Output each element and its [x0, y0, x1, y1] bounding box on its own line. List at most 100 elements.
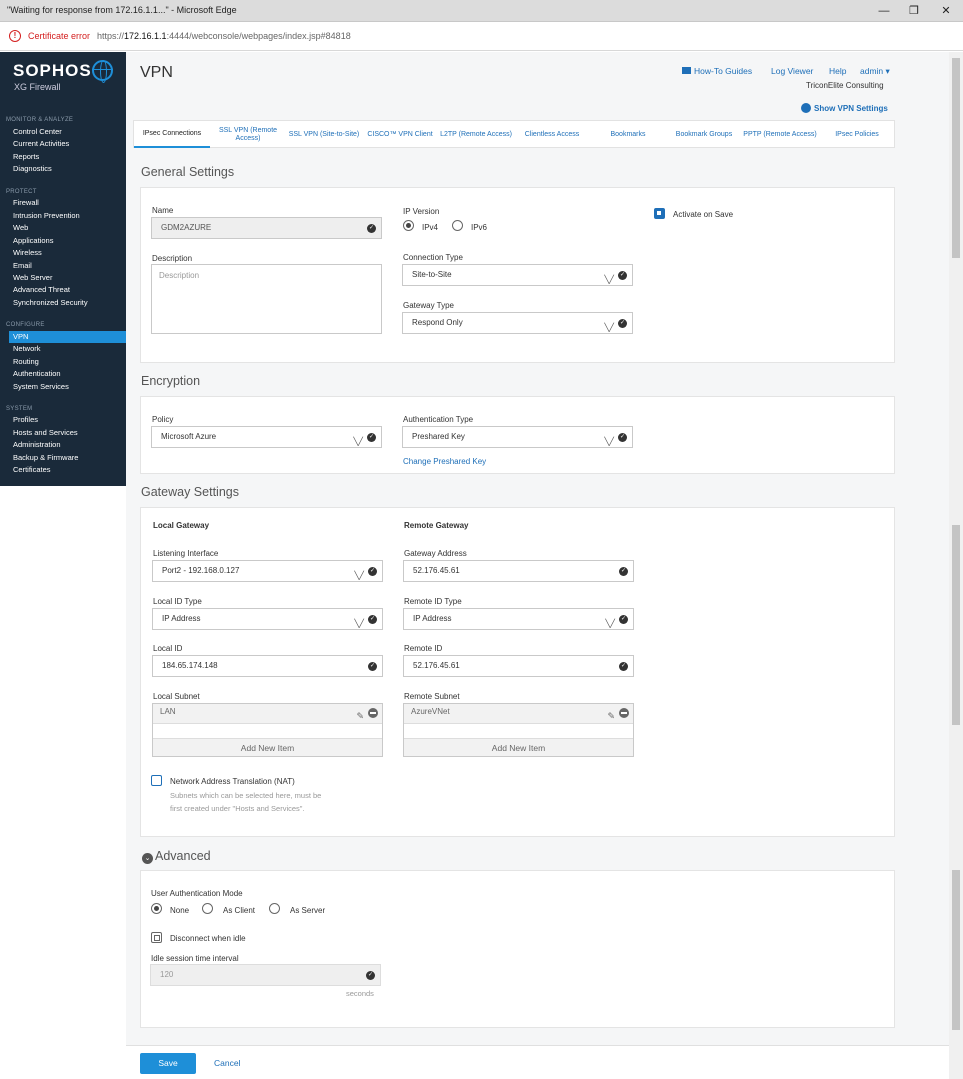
activate-checkbox[interactable] [654, 208, 665, 219]
sidebar-item-diagnostics[interactable]: Diagnostics [0, 163, 126, 175]
sidebar-item-certificates[interactable]: Certificates [0, 464, 126, 476]
check-icon: ✓ [368, 662, 377, 671]
sidebar-item-email[interactable]: Email [0, 260, 126, 272]
list-item[interactable]: LAN ✎ [153, 704, 382, 724]
add-remote-subnet-button[interactable]: Add New Item [404, 738, 633, 756]
uam-server-radio[interactable] [269, 903, 280, 914]
general-settings-title: General Settings [141, 165, 235, 179]
check-icon: ✓ [366, 971, 375, 980]
auth-type-select[interactable]: Preshared Key ╲╱ ✓ [402, 426, 633, 448]
sidebar-item-routing[interactable]: Routing [0, 356, 126, 368]
sidebar-item-reports[interactable]: Reports [0, 151, 126, 163]
sidebar-item-firewall[interactable]: Firewall [0, 197, 126, 209]
seconds-unit: seconds [346, 989, 374, 998]
sidebar-item-profiles[interactable]: Profiles [0, 414, 126, 426]
section-monitor: MONITOR & ANALYZE [6, 117, 74, 123]
show-vpn-settings-link[interactable]: Show VPN Settings [801, 103, 888, 113]
admin-menu[interactable]: admin ▾ [860, 66, 890, 77]
sidebar-item-administration[interactable]: Administration [0, 439, 126, 451]
scrollbar-thumb[interactable] [952, 525, 960, 725]
sidebar-item-backup-firmware[interactable]: Backup & Firmware [0, 452, 126, 464]
nat-checkbox[interactable] [151, 775, 162, 786]
add-local-subnet-button[interactable]: Add New Item [153, 738, 382, 756]
sidebar-item-control-center[interactable]: Control Center [0, 126, 126, 138]
local-subnet-list: LAN ✎ Add New Item [152, 703, 383, 757]
sidebar-item-advanced-threat[interactable]: Advanced Threat [0, 284, 126, 296]
remote-id-type-select[interactable]: IP Address ╲╱ ✓ [403, 608, 634, 630]
idle-interval-input[interactable]: 120 ✓ [150, 964, 381, 986]
idle-interval-label: Idle session time interval [151, 954, 239, 963]
sidebar-item-authentication[interactable]: Authentication [0, 368, 126, 380]
nat-hint-line1: Subnets which can be selected here, must… [170, 791, 322, 800]
tab-bookmark-groups[interactable]: Bookmark Groups [667, 121, 741, 148]
local-id-type-select[interactable]: IP Address ╲╱ ✓ [152, 608, 383, 630]
tab-pptp[interactable]: PPTP (Remote Access) [743, 121, 817, 148]
scrollbar-thumb[interactable] [952, 870, 960, 1030]
tab-cisco-vpn[interactable]: CISCO™ VPN Client [363, 121, 437, 148]
sidebar-item-applications[interactable]: Applications [0, 235, 126, 247]
sidebar-item-network[interactable]: Network [0, 343, 126, 355]
sidebar-item-intrusion-prevention[interactable]: Intrusion Prevention [0, 210, 126, 222]
sidebar-item-current-activities[interactable]: Current Activities [0, 138, 126, 150]
check-icon: ✓ [367, 433, 376, 442]
gateway-type-label: Gateway Type [403, 301, 454, 310]
page-title: VPN [140, 64, 173, 81]
close-button[interactable]: ✕ [938, 3, 954, 19]
tab-ipsec-policies[interactable]: IPsec Policies [819, 121, 895, 148]
sidebar-item-web[interactable]: Web [0, 222, 126, 234]
tab-ipsec-connections[interactable]: IPsec Connections [134, 121, 210, 148]
ipv6-radio[interactable] [452, 220, 463, 231]
uam-none-radio[interactable] [151, 903, 162, 914]
check-icon: ✓ [619, 615, 628, 624]
restore-button[interactable]: ❐ [906, 3, 922, 19]
tab-clientless-access[interactable]: Clientless Access [515, 121, 589, 148]
sidebar-item-web-server[interactable]: Web Server [0, 272, 126, 284]
tab-ssl-vpn-remote[interactable]: SSL VPN (Remote Access) [211, 121, 285, 148]
sidebar-item-system-services[interactable]: System Services [0, 381, 126, 393]
save-button[interactable]: Save [140, 1053, 196, 1074]
sidebar-item-hosts-and-services[interactable]: Hosts and Services [0, 427, 126, 439]
cert-error-icon[interactable]: ! [9, 30, 21, 42]
pencil-icon[interactable]: ✎ [356, 708, 364, 724]
listening-interface-select[interactable]: Port2 - 192.168.0.127 ╲╱ ✓ [152, 560, 383, 582]
remove-icon[interactable] [368, 708, 378, 718]
tab-ssl-vpn-site[interactable]: SSL VPN (Site-to-Site) [287, 121, 361, 148]
disconnect-idle-checkbox[interactable] [151, 932, 162, 943]
cancel-button[interactable]: Cancel [214, 1058, 240, 1068]
url-text[interactable]: https://172.16.1.1:4444/webconsole/webpa… [97, 31, 351, 41]
change-preshared-key-link[interactable]: Change Preshared Key [403, 457, 486, 466]
logviewer-link[interactable]: Log Viewer [771, 66, 813, 76]
sidebar-item-synchronized-security[interactable]: Synchronized Security [0, 297, 126, 309]
howto-link[interactable]: How-To Guides [682, 66, 752, 76]
uam-client-radio[interactable] [202, 903, 213, 914]
list-item[interactable]: AzureVNet ✎ [404, 704, 633, 724]
local-id-input[interactable]: 184.65.174.148 ✓ [152, 655, 383, 677]
activate-label: Activate on Save [673, 210, 734, 219]
minimize-button[interactable]: — [876, 3, 892, 19]
uam-none-label: None [170, 906, 190, 915]
name-input[interactable]: GDM2AZURE ✓ [151, 217, 382, 239]
footer [126, 1045, 949, 1079]
sidebar-item-vpn[interactable]: VPN [9, 331, 126, 343]
advanced-toggle[interactable]: ⌄ Advanced [142, 849, 211, 864]
address-bar[interactable]: ! Certificate error https://172.16.1.1:4… [0, 22, 963, 51]
tab-bookmarks[interactable]: Bookmarks [591, 121, 665, 148]
description-input[interactable]: Description [151, 264, 382, 334]
connection-type-select[interactable]: Site-to-Site ╲╱ ✓ [402, 264, 633, 286]
ipv4-radio[interactable] [403, 220, 414, 231]
gateway-address-input[interactable]: 52.176.45.61 ✓ [403, 560, 634, 582]
remote-id-input[interactable]: 52.176.45.61 ✓ [403, 655, 634, 677]
name-label: Name [152, 206, 174, 215]
gateway-type-select[interactable]: Respond Only ╲╱ ✓ [402, 312, 633, 334]
cert-error-label[interactable]: Certificate error [28, 31, 90, 41]
policy-select[interactable]: Microsoft Azure ╲╱ ✓ [151, 426, 382, 448]
auth-type-label: Authentication Type [403, 415, 474, 424]
chevron-down-icon: ╲╱ [354, 571, 364, 580]
pencil-icon[interactable]: ✎ [607, 708, 615, 724]
remove-icon[interactable] [619, 708, 629, 718]
scrollbar-thumb[interactable] [952, 58, 960, 258]
sidebar-item-wireless[interactable]: Wireless [0, 247, 126, 259]
nat-hint-line2: first created under "Hosts and Services"… [170, 804, 305, 813]
tab-l2tp[interactable]: L2TP (Remote Access) [439, 121, 513, 148]
help-link[interactable]: Help [829, 66, 846, 76]
